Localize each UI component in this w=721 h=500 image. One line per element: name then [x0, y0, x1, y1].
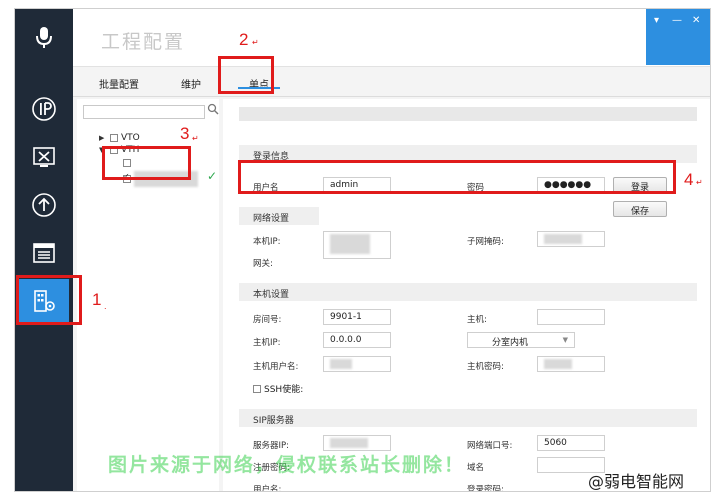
vto-checkbox[interactable]: [110, 134, 118, 142]
host-ip-label: 主机IP:: [253, 338, 281, 348]
upload-icon: [32, 193, 56, 217]
expand-right-icon[interactable]: ▶: [99, 134, 107, 142]
minimize-icon[interactable]: —: [672, 15, 682, 26]
annotation-number-4: 4: [684, 170, 694, 189]
nav-mic-button[interactable]: [23, 19, 65, 55]
menu-dropdown-icon[interactable]: ▾: [654, 15, 659, 26]
redacted-value: [544, 359, 572, 369]
redacted-value: [330, 234, 370, 254]
annotation-box-3: [102, 146, 191, 180]
page-title: 工程配置: [101, 31, 186, 53]
annotation-box-1: [16, 275, 82, 325]
watermark-site: @弱电智能网: [588, 472, 685, 491]
annotation-number-1: 1: [92, 290, 102, 309]
single-point-form: 登录信息 用户名 admin 密码 ●●●●●● 登录 保存 网络设置 本机IP…: [223, 99, 710, 492]
redacted-value: [330, 438, 368, 448]
title-bar: 工程配置 ▾ — ✕: [73, 9, 710, 67]
nav-upgrade-button[interactable]: [23, 187, 65, 223]
save-button[interactable]: 保存: [613, 201, 667, 217]
network-port-label: 网络端口号:: [467, 441, 513, 451]
room-no-input[interactable]: 9901-1: [323, 309, 391, 325]
redacted-value: [330, 359, 352, 369]
annotation-dot: .: [104, 302, 107, 311]
login-password-label: 登录密码:: [467, 485, 504, 492]
local-ip-label: 本机IP:: [253, 237, 281, 247]
host-ip-input[interactable]: 0.0.0.0: [323, 332, 391, 348]
return-mark: ↵: [252, 38, 259, 47]
return-mark: ↵: [696, 178, 703, 187]
host-label: 主机:: [467, 315, 487, 325]
annotation-box-4: [238, 160, 676, 194]
subnet-mask-input[interactable]: [537, 231, 605, 247]
room-no-label: 房间号:: [253, 315, 282, 325]
annotation-number-3: 3: [180, 124, 190, 143]
host-user-label: 主机用户名:: [253, 362, 299, 372]
local-section-header: 本机设置: [239, 283, 697, 301]
ip-icon: [32, 97, 56, 121]
server-ip-input[interactable]: [323, 435, 391, 451]
tab-bar: 批量配置 维护 单点: [73, 67, 710, 97]
watermark-text: 图片来源于网络，侵权联系站长删除！: [108, 454, 466, 476]
search-icon[interactable]: [207, 103, 219, 115]
sip-user-label: 用户名:: [253, 485, 282, 492]
nav-tools-button[interactable]: [23, 139, 65, 175]
redacted-value: [544, 234, 582, 244]
list-window-icon: [33, 243, 55, 263]
host-input[interactable]: [537, 309, 605, 325]
close-icon[interactable]: ✕: [692, 15, 700, 26]
window-controls: ▾ — ✕: [646, 9, 710, 65]
online-check-icon: ✓: [207, 169, 218, 183]
local-ip-input[interactable]: [323, 231, 391, 259]
sip-section-header: SIP服务器: [239, 409, 697, 427]
tree-search-input[interactable]: [83, 105, 205, 119]
ssh-label: SSH使能:: [264, 385, 304, 395]
network-section-header: 网络设置: [239, 207, 319, 225]
tree-node-vto[interactable]: ▶ VTO: [99, 133, 140, 143]
device-type-value: 分室内机: [492, 338, 529, 348]
host-password-input[interactable]: [537, 356, 605, 372]
gateway-label: 网关:: [253, 259, 273, 269]
nav-ip-button[interactable]: [23, 91, 65, 127]
left-nav-rail: [15, 9, 73, 491]
host-user-input[interactable]: [323, 356, 391, 372]
ssh-toggle[interactable]: SSH使能:: [253, 382, 303, 395]
chevron-down-icon: ▼: [562, 336, 568, 344]
domain-label: 域名: [467, 463, 485, 473]
tools-icon: [33, 147, 55, 167]
ssh-checkbox[interactable]: [253, 384, 261, 393]
app-window: 工程配置 ▾ — ✕ 批量配置 维护 单点 ▶ VTO ▼ VTH ✓ ✓ 登录…: [14, 8, 711, 492]
tab-batch-config[interactable]: 批量配置: [99, 76, 139, 91]
return-mark: ↵: [192, 134, 199, 143]
subnet-mask-label: 子网掩码:: [467, 237, 504, 247]
network-port-input[interactable]: 5060: [537, 435, 605, 451]
annotation-number-2: 2: [239, 30, 249, 49]
nav-list-button[interactable]: [23, 235, 65, 271]
host-password-label: 主机密码:: [467, 362, 504, 372]
annotation-box-2: [218, 56, 274, 94]
tree-node-label: VTO: [121, 133, 140, 143]
form-header-bar: [239, 107, 697, 121]
tab-maintenance[interactable]: 维护: [181, 76, 201, 91]
microphone-icon: [36, 27, 52, 48]
device-type-select[interactable]: 分室内机 ▼: [467, 332, 575, 348]
